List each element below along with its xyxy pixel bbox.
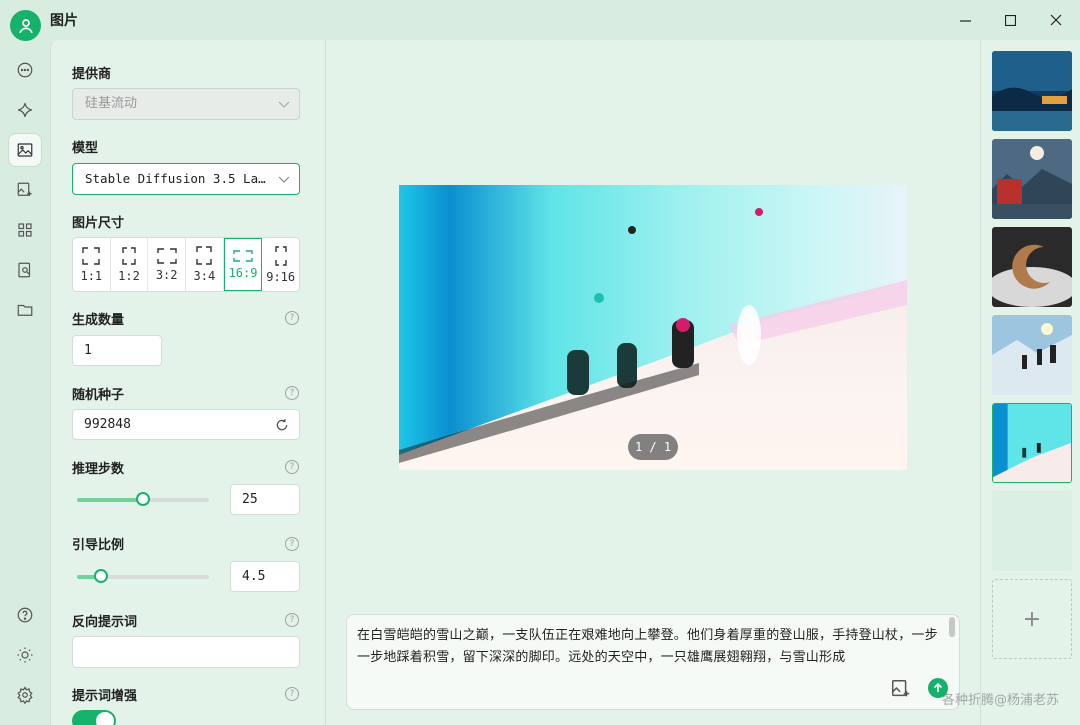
size-option-3-4[interactable]: 3:4 [186, 238, 224, 291]
chevron-down-icon [278, 101, 290, 108]
title-bar: 图片 [0, 0, 1080, 41]
attach-image-icon[interactable] [890, 678, 912, 700]
scrollbar[interactable] [949, 617, 955, 637]
user-avatar-icon[interactable] [10, 10, 41, 41]
nav-sidebar [0, 40, 50, 725]
thumbnail-image [992, 139, 1072, 219]
prompt-input[interactable]: 在白雪皑皑的雪山之巅，一支队伍正在艰难地向上攀登。他们身着厚重的登山服，手持登山… [346, 614, 960, 710]
thumbnail-image [992, 51, 1072, 131]
size-option-label: 1:2 [118, 268, 140, 283]
maximize-button[interactable] [995, 6, 1025, 34]
size-option-1-2[interactable]: 1:2 [111, 238, 149, 291]
chat-icon[interactable] [8, 53, 42, 87]
watermark: 各种折腾@杨浦老苏 [942, 693, 1060, 708]
help-icon[interactable] [8, 598, 42, 632]
guidance-slider-thumb[interactable] [93, 569, 108, 583]
provider-select: 硅基流动 [72, 88, 300, 120]
size-option-label: 1:1 [80, 268, 103, 283]
size-option-label: 16:9 [228, 265, 258, 280]
size-option-label: 3:2 [155, 267, 178, 282]
help-icon[interactable]: ? [285, 537, 299, 551]
size-option-16-9[interactable]: 16:9 [223, 238, 263, 291]
apps-icon[interactable] [8, 213, 42, 247]
help-icon[interactable]: ? [285, 386, 299, 400]
image-icon[interactable] [8, 133, 42, 167]
history-thumbnail-empty [992, 491, 1072, 571]
size-option-label: 3:4 [193, 269, 216, 283]
aspect-wide-icon [233, 249, 253, 262]
chevron-down-icon [278, 176, 290, 183]
sparkle-icon[interactable] [8, 93, 42, 127]
refresh-icon[interactable] [275, 418, 289, 432]
guidance-slider[interactable] [77, 569, 209, 583]
count-input[interactable]: 1 [72, 335, 162, 366]
seed-value: 992848 [84, 417, 131, 432]
negative-prompt-input[interactable] [72, 636, 300, 668]
sun-icon[interactable] [8, 638, 42, 672]
prompt-text: 在白雪皑皑的雪山之巅，一支队伍正在艰难地向上攀登。他们身着厚重的登山服，手持登山… [357, 628, 938, 665]
steps-slider[interactable] [77, 492, 209, 506]
provider-value: 硅基流动 [85, 96, 138, 111]
aspect-portrait-icon [196, 246, 213, 265]
aspect-square-icon [82, 246, 101, 265]
generated-image-art [399, 185, 907, 470]
history-thumbnail[interactable] [992, 315, 1072, 395]
guidance-label: 引导比例 [72, 538, 125, 553]
negative-prompt-label: 反向提示词 [72, 615, 138, 630]
settings-icon[interactable] [8, 678, 42, 712]
size-option-1-1[interactable]: 1:1 [73, 238, 111, 291]
add-image-button[interactable]: + [992, 579, 1072, 659]
aspect-landscape-icon [156, 247, 177, 264]
size-option-9-16[interactable]: 9:16 [262, 238, 299, 291]
folder-icon[interactable] [8, 293, 42, 327]
help-icon[interactable]: ? [285, 311, 299, 325]
thumbnail-image [992, 227, 1072, 307]
main-canvas: 1 / 1 在白雪皑皑的雪山之巅，一支队伍正在艰难地向上攀登。他们身着厚重的登山… [326, 40, 980, 725]
size-label: 图片尺寸 [72, 216, 125, 231]
aspect-portrait-icon [122, 246, 136, 265]
image-counter: 1 / 1 [628, 434, 678, 460]
history-thumbnail[interactable] [992, 51, 1072, 131]
history-thumbnail[interactable] [992, 139, 1072, 219]
guidance-input[interactable]: 4.5 [230, 561, 300, 592]
steps-slider-thumb[interactable] [136, 492, 150, 506]
generated-image[interactable]: 1 / 1 [399, 185, 907, 470]
aspect-tall-icon [274, 245, 287, 266]
minimize-button[interactable] [950, 6, 980, 34]
provider-label: 提供商 [72, 67, 112, 82]
seed-label: 随机种子 [72, 388, 125, 403]
size-option-3-2[interactable]: 3:2 [148, 238, 187, 291]
history-panel: + [980, 40, 1080, 725]
prompt-enhance-label: 提示词增强 [72, 689, 138, 704]
model-label: 模型 [72, 141, 99, 156]
help-icon[interactable]: ? [285, 687, 299, 701]
model-value: Stable Diffusion 3.5 La… [85, 171, 266, 186]
window-title: 图片 [50, 13, 78, 29]
settings-panel: 提供商 硅基流动 模型 Stable Diffusion 3.5 La… 图片尺… [50, 40, 326, 725]
image-edit-icon[interactable] [8, 173, 42, 207]
seed-input[interactable]: 992848 [72, 409, 300, 440]
help-icon[interactable]: ? [285, 613, 299, 627]
size-option-label: 9:16 [266, 269, 296, 284]
history-thumbnail[interactable] [992, 227, 1072, 307]
size-selector: 1:1 1:2 3:2 3:4 16:9 9:16 [72, 237, 300, 292]
steps-label: 推理步数 [72, 462, 125, 477]
count-label: 生成数量 [72, 313, 125, 328]
doc-search-icon[interactable] [8, 253, 42, 287]
prompt-enhance-toggle[interactable] [72, 710, 116, 725]
thumbnail-image [993, 404, 1071, 482]
model-select[interactable]: Stable Diffusion 3.5 La… [72, 163, 300, 195]
help-icon[interactable]: ? [285, 460, 299, 474]
close-button[interactable] [1041, 6, 1071, 34]
thumbnail-image [992, 315, 1072, 395]
steps-slider-fill [77, 498, 143, 502]
history-thumbnail-selected[interactable] [992, 403, 1072, 483]
steps-input[interactable]: 25 [230, 484, 300, 515]
